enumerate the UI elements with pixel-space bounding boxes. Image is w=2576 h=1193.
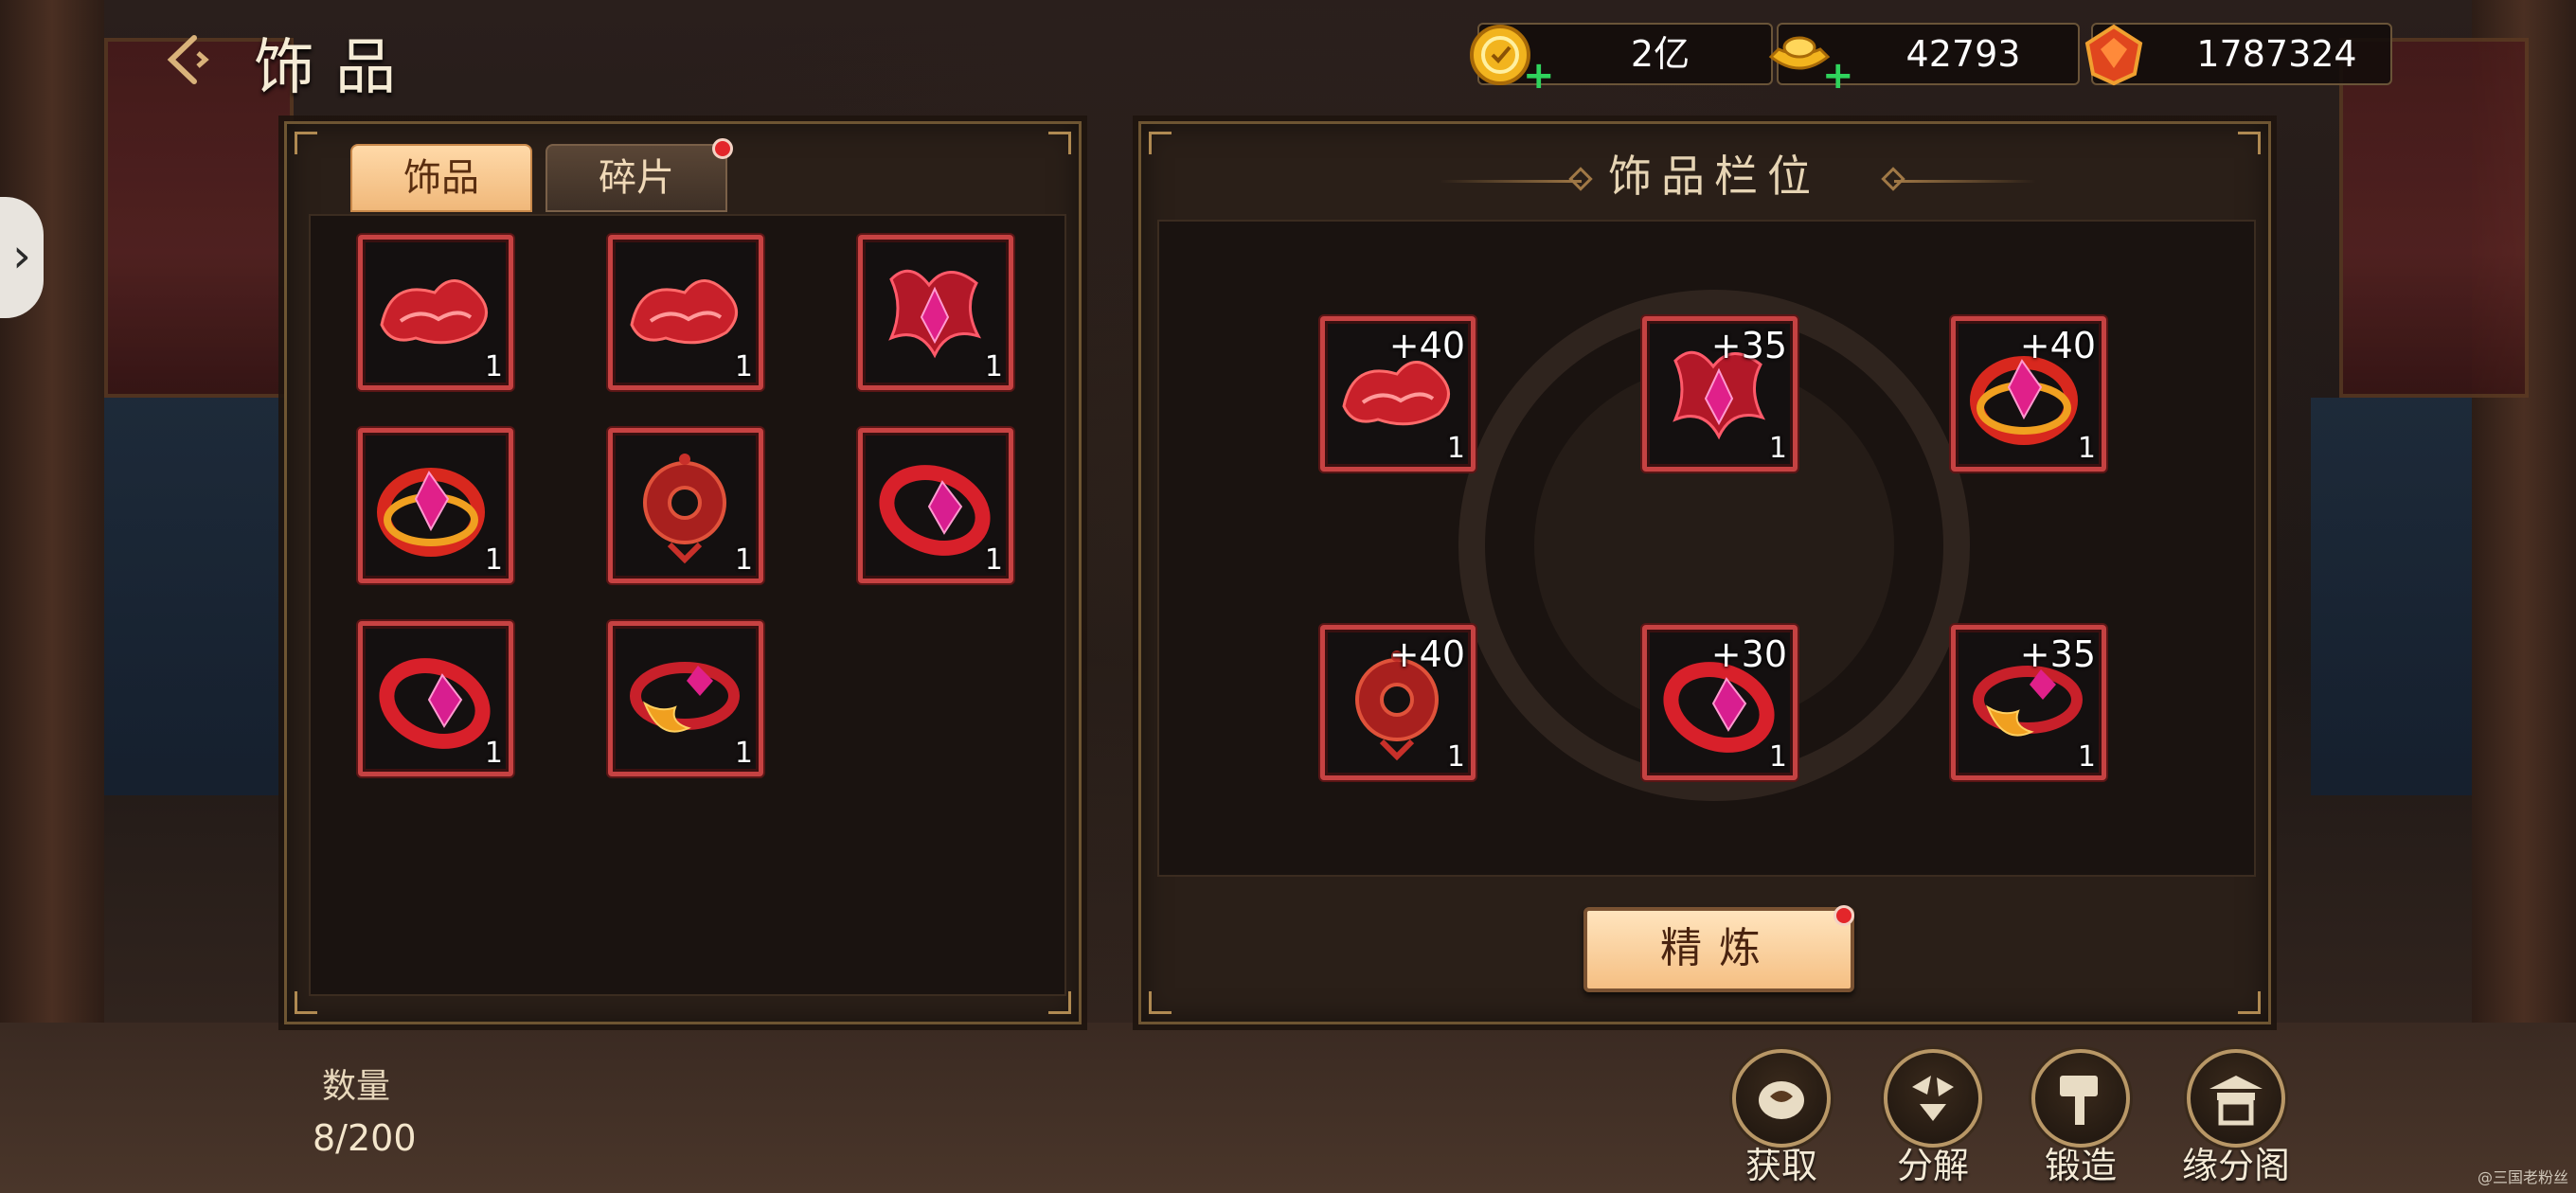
background-pillar — [0, 0, 104, 1193]
item-quantity: 1 — [734, 350, 753, 383]
enhance-level: +40 — [2019, 325, 2096, 366]
enhance-level: +40 — [1388, 325, 1465, 366]
page-title: 饰品 — [254, 33, 417, 103]
decompose-icon — [1912, 1076, 1954, 1121]
decompose-button-ring — [1884, 1049, 1982, 1148]
item-count-label: 数量 — [322, 1067, 391, 1106]
equipped-slot[interactable]: +35 1 — [1642, 316, 1798, 472]
item-quantity: 1 — [984, 543, 1003, 577]
corner-ornament — [2238, 132, 2261, 154]
inventory-item[interactable]: 1 — [608, 428, 763, 583]
item-quantity: 1 — [2077, 740, 2096, 774]
red-cloud-charm-icon — [380, 279, 488, 345]
inventory-item[interactable]: 1 — [858, 235, 1013, 390]
item-quantity: 1 — [484, 543, 503, 577]
equipped-slot[interactable]: +30 1 — [1642, 625, 1798, 780]
enhance-level: +40 — [1388, 633, 1465, 675]
inventory-item[interactable]: 1 — [608, 621, 763, 776]
corner-ornament — [1149, 132, 1172, 154]
enhance-level: +35 — [1710, 325, 1787, 366]
back-arrow-icon — [167, 35, 209, 84]
equipped-slot[interactable]: +40 1 — [1320, 625, 1476, 780]
red-cloud-charm-icon — [630, 279, 738, 345]
corner-ornament — [1048, 132, 1071, 154]
forge-hammer-icon — [2060, 1076, 2098, 1125]
pavilion-icon — [2209, 1076, 2263, 1126]
refine-button[interactable]: 精炼 — [1583, 907, 1854, 992]
tab-fragments[interactable]: 碎片 — [546, 144, 727, 212]
red-crystal-ring-icon — [879, 465, 991, 556]
refine-badge — [1834, 905, 1854, 926]
watermark: @三国老粉丝 — [2477, 1168, 2568, 1186]
item-quantity: 1 — [1446, 740, 1465, 774]
currency-ingot[interactable]: + 42793 — [1768, 23, 2080, 95]
item-quantity: 1 — [2077, 432, 2096, 465]
forge-button[interactable]: 锻造 — [2019, 1049, 2142, 1188]
side-expand-button[interactable]: › — [0, 197, 44, 318]
fragments-badge — [712, 138, 733, 159]
red-crystal-pendant-icon — [888, 269, 982, 359]
gold-flame-ring-icon — [630, 662, 740, 733]
inventory-item[interactable]: 1 — [358, 621, 513, 776]
inventory-item[interactable]: 1 — [358, 235, 513, 390]
corner-ornament — [2238, 991, 2261, 1014]
equipped-slot[interactable]: +40 1 — [1320, 316, 1476, 472]
item-quantity: 1 — [484, 350, 503, 383]
currency-coin[interactable]: + 2亿 — [1470, 23, 1773, 95]
inventory-item[interactable]: 1 — [358, 428, 513, 583]
corner-ornament — [295, 132, 317, 154]
fate-pavilion-button-ring — [2187, 1049, 2285, 1148]
corner-ornament — [1149, 991, 1172, 1014]
currency-gem: 1787324 — [2084, 23, 2392, 86]
add-ingot-icon[interactable]: + — [1822, 57, 1854, 95]
item-count-value: 8/200 — [313, 1117, 417, 1159]
fate-pavilion-button[interactable]: 缘分阁 — [2174, 1049, 2298, 1188]
chevron-right-icon: › — [12, 228, 31, 283]
equipped-slot[interactable]: +40 1 — [1951, 316, 2106, 472]
back-button[interactable] — [152, 27, 227, 93]
inventory-item[interactable]: 1 — [608, 235, 763, 390]
obtain-button-ring — [1732, 1049, 1831, 1148]
item-quantity: 1 — [734, 543, 753, 577]
ingot-value: 42793 — [1905, 33, 2021, 75]
item-quantity: 1 — [1446, 432, 1465, 465]
accessory-slots-title: 饰品栏位 — [1608, 151, 1820, 202]
forge-button-ring — [2031, 1049, 2130, 1148]
obtain-icon — [1759, 1081, 1804, 1119]
item-quantity: 1 — [984, 350, 1003, 383]
title-ornament — [1440, 180, 1582, 183]
title-ornament — [1894, 180, 2036, 183]
decompose-button[interactable]: 分解 — [1871, 1049, 1995, 1188]
item-quantity: 1 — [1768, 740, 1787, 774]
equipped-slot[interactable]: +35 1 — [1951, 625, 2106, 780]
obtain-button[interactable]: 获取 — [1720, 1049, 1843, 1188]
item-quantity: 1 — [1768, 432, 1787, 465]
red-crystal-ring-icon — [379, 658, 491, 749]
enhance-level: +35 — [2019, 633, 2096, 675]
gem-icon — [2084, 24, 2143, 86]
gem-value: 1787324 — [2196, 33, 2357, 75]
enhance-level: +30 — [1710, 633, 1787, 675]
coin-value: 2亿 — [1630, 33, 1690, 75]
item-quantity: 1 — [734, 737, 753, 770]
background-banner — [2339, 38, 2529, 398]
gold-crystal-ring-icon — [377, 468, 485, 557]
tab-accessories[interactable]: 饰品 — [350, 144, 532, 212]
inventory-item[interactable]: 1 — [858, 428, 1013, 583]
add-coin-icon[interactable]: + — [1523, 57, 1555, 95]
item-quantity: 1 — [484, 737, 503, 770]
red-coin-pendant-icon — [643, 454, 726, 564]
